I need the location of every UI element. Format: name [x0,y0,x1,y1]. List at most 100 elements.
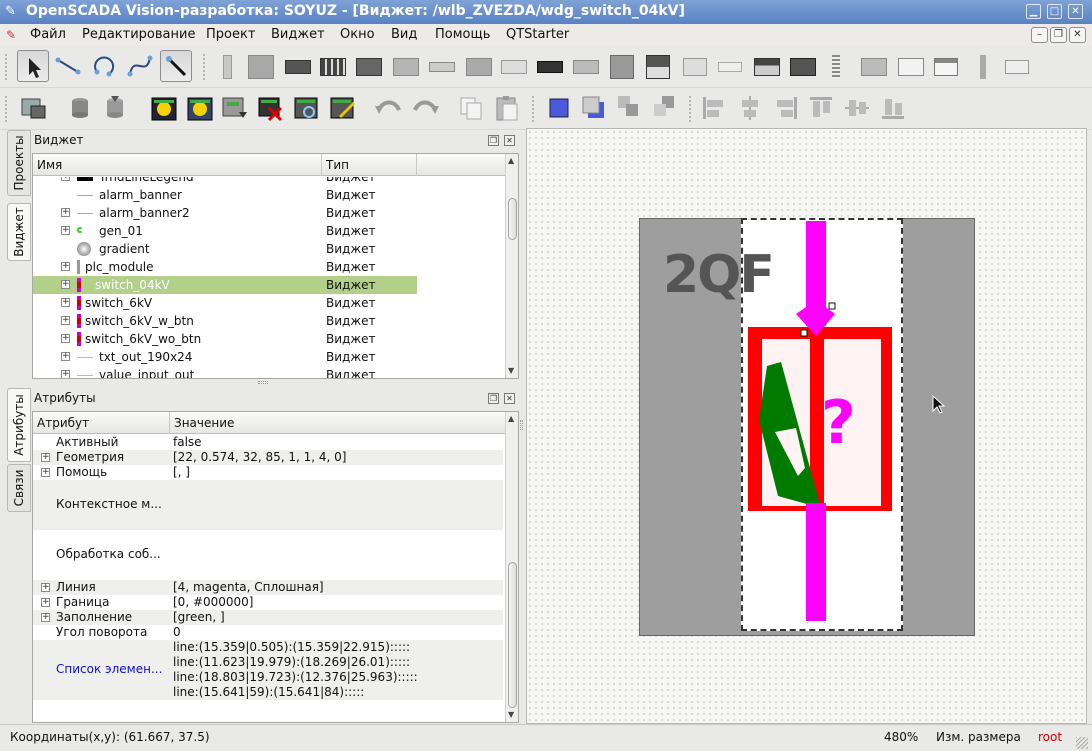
tree-row[interactable]: + switch_6kV_w_btn Виджет [33,312,417,330]
toolbar-grip[interactable] [532,96,537,122]
widget-lib-item-icon[interactable] [248,55,274,79]
tree-row[interactable]: + gen_01 Виджет [33,222,417,240]
attribute-value[interactable]: [0, #000000] [173,595,254,609]
align-top-button[interactable] [805,92,837,124]
hold-tool-button[interactable] [160,50,192,82]
widget-lib-item-icon[interactable] [718,62,742,72]
widget-lib-item-icon[interactable] [356,58,382,76]
status-zoom[interactable]: 480% [884,730,918,744]
widget-lib-item-icon[interactable] [861,58,887,76]
attribute-row[interactable]: + Помощь [, ] [33,465,503,480]
scroll-thumb[interactable] [508,562,517,708]
widget-lib-item-icon[interactable] [646,55,670,79]
widget-lib-item-icon[interactable] [573,60,599,74]
column-value[interactable]: Значение [170,412,505,434]
expand-icon[interactable]: + [61,370,70,378]
mdi-restore-button[interactable]: ❐ [1050,27,1067,43]
menu-file[interactable]: Файл [30,27,66,42]
widget-lib-item-icon[interactable] [466,58,492,76]
align-vcenter-button[interactable] [734,92,766,124]
menu-window[interactable]: Окно [340,27,375,42]
switch-drawing[interactable]: ? [741,218,903,631]
lower-button[interactable] [578,92,610,124]
raise-button[interactable] [543,92,575,124]
expand-icon[interactable]: + [41,583,50,592]
mdi-child-icon[interactable]: ✎ [6,28,18,42]
tree-row[interactable]: + alarm_banner2 Виджет [33,204,417,222]
expand-icon[interactable]: + [61,334,70,343]
widget-lib-item-icon[interactable] [683,58,707,76]
align-right-button[interactable] [770,92,802,124]
attribute-value[interactable]: [22, 0.574, 32, 85, 1, 1, 4, 0] [173,450,346,464]
bezier-tool-button[interactable] [124,50,156,82]
expand-icon[interactable]: + [61,352,70,361]
add-lib-button[interactable] [148,92,180,124]
expand-icon[interactable]: + [61,208,70,217]
tab-widgets[interactable]: Виджет [7,203,31,261]
menu-edit[interactable]: Редактирование [82,27,195,42]
tree-row[interactable]: + switch_04kV Виджет [33,276,417,294]
attribute-value[interactable]: [green, ] [173,610,225,624]
expand-icon[interactable]: + [61,316,70,325]
visual-button[interactable] [219,92,251,124]
close-button[interactable]: ✕ [1068,4,1083,19]
tree-row[interactable]: + switch_6kV Виджет [33,294,417,312]
expand-icon[interactable]: + [61,262,70,271]
attributes-scrollbar[interactable]: ▲ ▼ [505,412,518,722]
new-widget-button[interactable] [17,92,49,124]
minimize-button[interactable]: ▁ [1026,4,1041,19]
widget-lib-item-icon[interactable] [980,55,986,79]
scroll-up-icon[interactable]: ▲ [508,414,514,423]
toolbar-grip[interactable] [5,96,10,122]
toolbar-grip[interactable] [203,54,208,80]
widget-lib-item-icon[interactable] [832,55,840,79]
attribute-value[interactable]: [, ] [173,465,190,479]
widget-lib-item-icon[interactable] [537,61,563,73]
expand-icon[interactable]: + [41,468,50,477]
mdi-minimize-button[interactable]: – [1031,27,1048,43]
copy-button[interactable] [455,92,487,124]
status-user[interactable]: root [1038,730,1062,744]
edit-widget-button[interactable] [327,92,359,124]
select-tool-button[interactable] [17,50,49,82]
widget-lib-item-icon[interactable] [429,62,455,72]
attribute-row[interactable]: Контекстное м... [33,480,503,530]
attribute-row[interactable]: Список элемен... line:(15.359|0.505):(15.… [33,640,503,700]
dock-float-button[interactable]: ❐ [488,393,499,404]
tree-row[interactable]: + plc_module Виджет [33,258,417,276]
attribute-row[interactable]: Активный false [33,435,503,450]
dock-close-button[interactable]: ✕ [504,135,515,146]
menu-help[interactable]: Помощь [435,27,490,42]
menu-widget[interactable]: Виджет [271,27,325,42]
align-hcenter-button[interactable] [841,92,873,124]
scroll-up-icon[interactable]: ▲ [508,156,514,165]
widget-lib-item-icon[interactable] [501,60,527,74]
widget-lib-item-icon[interactable] [754,58,780,76]
menu-qtstarter[interactable]: QTStarter [506,27,569,42]
maximize-button[interactable]: □ [1047,4,1062,19]
tree-row[interactable]: + switch_6kV_wo_btn Виджет [33,330,417,348]
redo-button[interactable] [409,92,441,124]
expand-icon[interactable]: + [41,613,50,622]
scroll-thumb[interactable] [508,198,517,240]
expand-icon[interactable]: + [61,226,70,235]
widget-lib-item-icon[interactable] [223,55,232,79]
attribute-row[interactable]: + Заполнение [green, ] [33,610,503,625]
widget-lib-item-icon[interactable] [790,58,816,76]
widget-lib-item-icon[interactable] [320,58,346,76]
tree-row[interactable]: alarm_banner Виджет [33,186,417,204]
attribute-value[interactable]: [4, magenta, Сплошная] [173,580,324,594]
properties-button[interactable] [291,92,323,124]
main-splitter[interactable] [519,128,525,724]
tab-links[interactable]: Связи [7,464,31,512]
align-bottom-button[interactable] [877,92,909,124]
attribute-value[interactable]: 0 [173,625,181,639]
widget-lib-item-icon[interactable] [1005,60,1029,74]
attribute-value[interactable]: false [173,435,202,449]
attribute-row[interactable]: Обработка соб... [33,530,503,580]
status-mode[interactable]: Изм. размера [936,730,1021,744]
tree-row[interactable]: + TrndLineLegend Виджет [33,177,417,186]
attribute-row[interactable]: + Линия [4, magenta, Сплошная] [33,580,503,595]
toolbar-grip[interactable] [5,54,10,80]
widget-lib-item-icon[interactable] [934,58,958,76]
